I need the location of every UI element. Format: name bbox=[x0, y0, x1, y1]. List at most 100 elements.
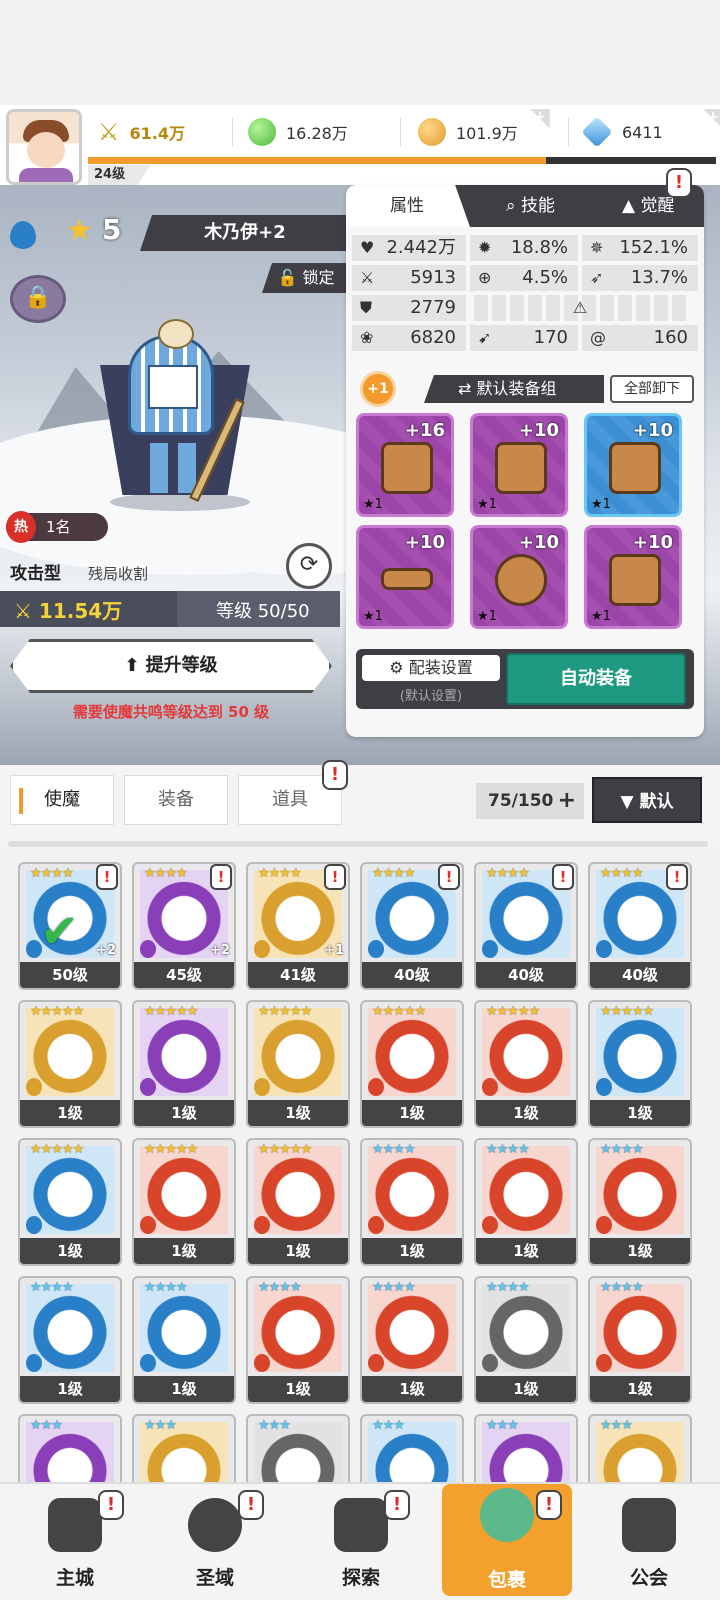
familiar-card[interactable]: ★★★★ 1级 bbox=[474, 1138, 578, 1266]
element-icon bbox=[254, 1354, 270, 1372]
equip-slot-armor[interactable]: +10 ★1 bbox=[584, 413, 682, 517]
star-rating: ★★★ bbox=[486, 1418, 519, 1433]
tab-attributes[interactable]: 属性 bbox=[346, 185, 470, 227]
divider bbox=[400, 117, 401, 147]
notification-alert-icon: ! bbox=[536, 1490, 562, 1520]
skin-lock-icon[interactable]: 🔒 bbox=[10, 275, 66, 323]
familiar-card[interactable]: ★★★★ 40级! bbox=[588, 862, 692, 990]
element-icon bbox=[596, 1078, 612, 1096]
equipment-set-selector[interactable]: ⇄ 默认装备组 bbox=[424, 375, 604, 403]
familiar-card[interactable]: ★★★★ +1 41级! bbox=[246, 862, 350, 990]
castle-icon bbox=[48, 1498, 102, 1552]
star-icon: ★ bbox=[66, 213, 93, 248]
gold-currency: 101.9万 + bbox=[418, 109, 550, 149]
bottom-nav: 主城 圣域 探索 包裹 公会 ! ! ! ! bbox=[0, 1482, 720, 1600]
gem-icon bbox=[581, 116, 613, 148]
familiar-card[interactable]: ★★★★★ 1级 bbox=[18, 1138, 122, 1266]
familiar-card[interactable]: ★★★ bbox=[18, 1414, 122, 1482]
burst-icon: ✹ bbox=[478, 238, 492, 257]
stat-b: @160 bbox=[582, 325, 698, 351]
element-icon bbox=[482, 1078, 498, 1096]
equip-slot-helmet[interactable]: +10 ★1 bbox=[470, 413, 568, 517]
familiar-card[interactable]: ★★★★ 1级 bbox=[360, 1138, 464, 1266]
expand-capacity-button[interactable]: + bbox=[558, 783, 576, 819]
element-icon bbox=[140, 1078, 156, 1096]
familiar-card[interactable]: ★★★ bbox=[360, 1414, 464, 1482]
familiar-level: 1级 bbox=[362, 1376, 462, 1402]
familiar-level: 1级 bbox=[590, 1100, 690, 1126]
familiar-card[interactable]: ★★★★★ 1级 bbox=[360, 1000, 464, 1128]
add-gold-button[interactable]: + bbox=[530, 109, 550, 129]
familiar-card[interactable]: ★★★★★ 1级 bbox=[132, 1138, 236, 1266]
swords-icon: ⚔ bbox=[98, 118, 120, 146]
familiar-card[interactable]: ★★★★★ 1级 bbox=[246, 1138, 350, 1266]
familiar-card[interactable]: ★★★★ 40级! bbox=[360, 862, 464, 990]
familiar-card[interactable]: ★★★ bbox=[588, 1414, 692, 1482]
familiar-card[interactable]: ★★★★★ 1级 bbox=[246, 1000, 350, 1128]
familiar-card[interactable]: ★★★★ +2 50级! ✔ bbox=[18, 862, 122, 990]
familiar-card[interactable]: ★★★★★ 1级 bbox=[132, 1000, 236, 1128]
divider bbox=[232, 117, 233, 147]
star-rating: ★★★ bbox=[258, 1418, 291, 1433]
star-rating: ★★★★ bbox=[600, 1280, 644, 1295]
bag-icon bbox=[480, 1488, 534, 1542]
sort-dropdown[interactable]: ▼ 默认 bbox=[592, 777, 702, 823]
tab-skills[interactable]: ⌕ 技能 bbox=[480, 185, 590, 227]
familiar-plus: +2 bbox=[96, 943, 116, 958]
familiar-grid: ★★★★ +2 50级! ✔ ★★★★ +2 45级! ★★★★ +1 41级! ★★★★ 40级! ★… bbox=[0, 862, 720, 1482]
familiar-card[interactable]: ★★★★ +2 45级! bbox=[132, 862, 236, 990]
add-gem-button[interactable]: + bbox=[703, 109, 720, 129]
element-icon bbox=[596, 1216, 612, 1234]
star-rating: ★★★★ bbox=[600, 866, 644, 881]
familiar-card[interactable]: ★★★★ 1级 bbox=[18, 1276, 122, 1404]
unequip-all-button[interactable]: 全部卸下 bbox=[610, 375, 694, 403]
familiar-card[interactable]: ★★★★ 1级 bbox=[360, 1276, 464, 1404]
element-icon bbox=[26, 1216, 42, 1234]
star-rating: ★★★★★ bbox=[258, 1142, 312, 1157]
lock-button[interactable]: 🔓 锁定 bbox=[262, 263, 350, 293]
familiar-level: 1级 bbox=[248, 1100, 348, 1126]
familiar-card[interactable]: ★★★★★ 1级 bbox=[18, 1000, 122, 1128]
rotate-view-button[interactable]: ⟳ bbox=[286, 543, 332, 589]
coin-icon bbox=[418, 118, 446, 146]
equip-slot-weapon[interactable]: +16 ★1 bbox=[356, 413, 454, 517]
equip-slot-boots[interactable]: +10 ★1 bbox=[584, 525, 682, 629]
star-rating: ★★★ bbox=[30, 1418, 63, 1433]
familiar-card[interactable]: ★★★★ 1级 bbox=[588, 1276, 692, 1404]
familiar-card[interactable]: ★★★★ 40级! bbox=[474, 862, 578, 990]
star-rating: ★★★★★ bbox=[30, 1142, 84, 1157]
auto-equip-button[interactable]: 自动装备 bbox=[506, 653, 686, 705]
tab-familiars[interactable]: 使魔 bbox=[10, 775, 114, 825]
popularity-rank[interactable]: 热 1名 bbox=[6, 511, 108, 543]
familiar-card[interactable]: ★★★★★ 1级 bbox=[474, 1000, 578, 1128]
familiar-card[interactable]: ★★★ bbox=[474, 1414, 578, 1482]
familiar-level: 50级 bbox=[20, 962, 120, 988]
familiar-card[interactable]: ★★★ bbox=[246, 1414, 350, 1482]
notification-alert-icon: ! bbox=[384, 1490, 410, 1520]
equip-slot-necklace[interactable]: +10 ★1 bbox=[470, 525, 568, 629]
tab-equipment[interactable]: 装备 bbox=[124, 775, 228, 825]
familiar-card[interactable]: ★★★★ 1级 bbox=[588, 1138, 692, 1266]
inventory-capacity: 75/150 + bbox=[476, 783, 584, 819]
hero-detail-panel: 属性 ⌕ 技能 ▲ 觉醒 ♥ 2.442万 ✹ 18.8% ✵ 152.1% ⚔ 591… bbox=[346, 185, 704, 737]
player-avatar[interactable] bbox=[6, 109, 82, 185]
nav-guild[interactable]: 公会 bbox=[584, 1494, 714, 1594]
gem-value: 6411 bbox=[622, 122, 663, 142]
familiar-card[interactable]: ★★★★★ 1级 bbox=[588, 1000, 692, 1128]
inventory-scrollbar[interactable] bbox=[8, 841, 708, 847]
equip-slot-belt[interactable]: +10 ★1 bbox=[356, 525, 454, 629]
hero-power: ⚔ 11.54万 bbox=[14, 599, 123, 623]
wing-icon: ➶ bbox=[590, 268, 604, 287]
notification-alert-icon: ! bbox=[98, 1490, 124, 1520]
familiar-card[interactable]: ★★★★ 1级 bbox=[246, 1276, 350, 1404]
star-rating: ★★★★★ bbox=[486, 1004, 540, 1019]
upgrade-level-button[interactable]: ⬆ 提升等级 bbox=[10, 639, 332, 693]
loadout-settings-button[interactable]: ⚙ 配装设置 bbox=[362, 655, 500, 681]
familiar-card[interactable]: ★★★★ 1级 bbox=[474, 1276, 578, 1404]
familiar-card[interactable]: ★★★★ 1级 bbox=[132, 1276, 236, 1404]
element-icon bbox=[254, 940, 270, 958]
star-rating: ★★★★★ bbox=[258, 1004, 312, 1019]
set-level-badge[interactable]: +1 bbox=[360, 371, 396, 407]
familiar-level: 1级 bbox=[476, 1100, 576, 1126]
familiar-card[interactable]: ★★★ bbox=[132, 1414, 236, 1482]
